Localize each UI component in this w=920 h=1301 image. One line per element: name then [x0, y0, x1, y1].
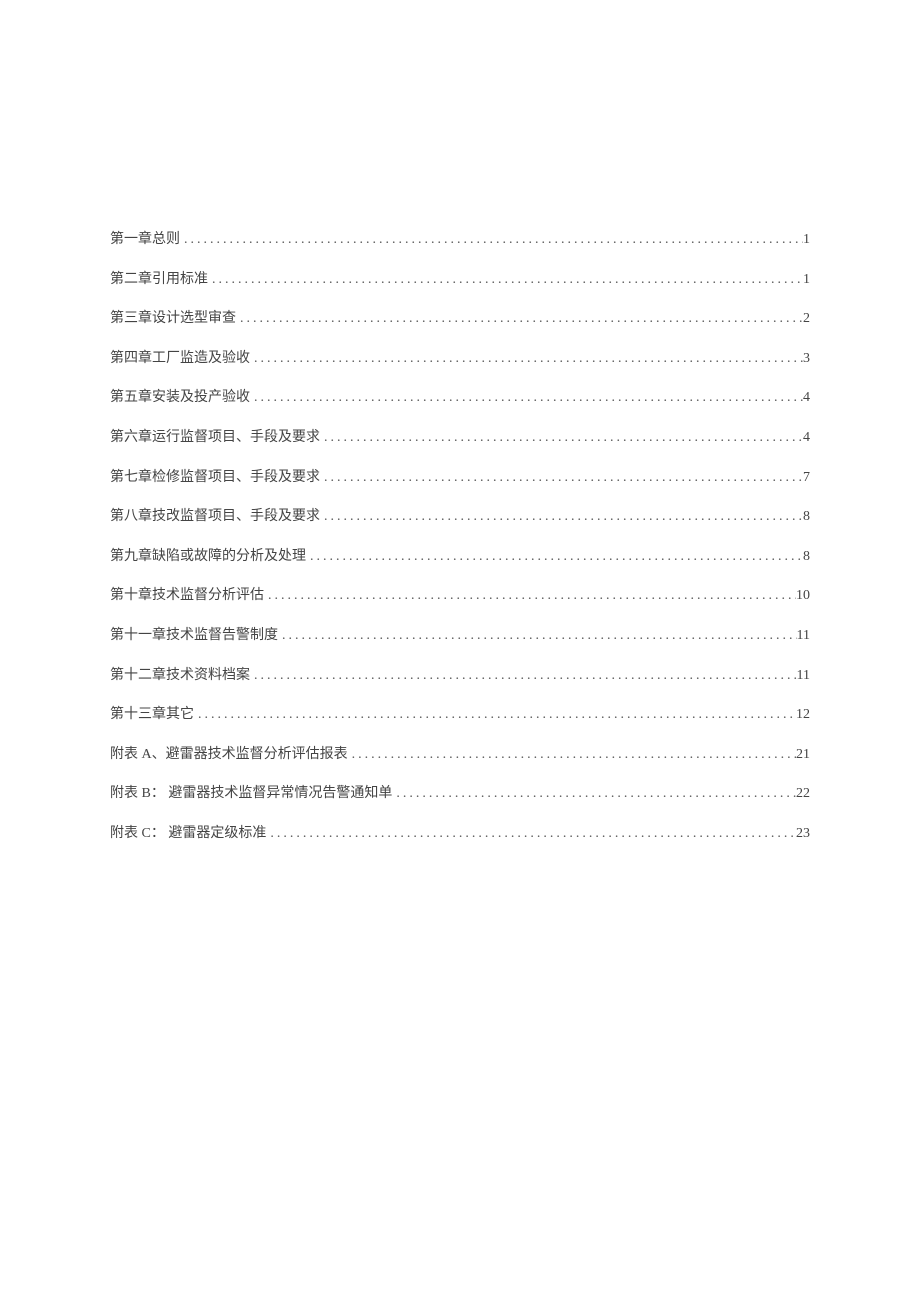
toc-entry: 第四章工厂监造及验收 3 [110, 349, 810, 369]
toc-title: 第三章设计选型审查 [110, 309, 236, 329]
toc-entry: 附表 A、避雷器技术监督分析评估报表 21 [110, 745, 810, 765]
toc-entry: 第十二章技术资料档案 11 [110, 666, 810, 686]
toc-entry: 第十章技术监督分析评估 10 [110, 586, 810, 606]
toc-title: 附表 B： 避雷器技术监督异常情况告警通知单 [110, 784, 392, 804]
toc-entry: 第一章总则 1 [110, 230, 810, 250]
toc-entry: 第二章引用标准 1 [110, 270, 810, 290]
toc-title: 第七章检修监督项目、手段及要求 [110, 468, 320, 488]
toc-leader-dots [320, 468, 803, 488]
toc-leader-dots [236, 309, 803, 329]
toc-page-number: 7 [803, 468, 810, 488]
toc-entry: 第三章设计选型审查 2 [110, 309, 810, 329]
toc-title: 第九章缺陷或故障的分析及处理 [110, 547, 306, 567]
toc-leader-dots [306, 547, 803, 567]
toc-entry: 第八章技改监督项目、手段及要求 8 [110, 507, 810, 527]
toc-leader-dots [348, 745, 796, 765]
toc-leader-dots [264, 586, 796, 606]
toc-page-number: 1 [803, 230, 810, 250]
toc-entry: 第五章安装及投产验收 4 [110, 388, 810, 408]
toc-page-number: 4 [803, 388, 810, 408]
toc-title: 第一章总则 [110, 230, 180, 250]
toc-title: 附表 C： 避雷器定级标准 [110, 824, 266, 844]
toc-leader-dots [320, 428, 803, 448]
toc-leader-dots [266, 824, 796, 844]
toc-leader-dots [250, 349, 803, 369]
toc-title: 第十二章技术资料档案 [110, 666, 250, 686]
toc-leader-dots [180, 230, 803, 250]
toc-page-number: 2 [803, 309, 810, 329]
toc-page-number: 8 [803, 547, 810, 567]
toc-page-number: 1 [803, 270, 810, 290]
toc-entry: 第七章检修监督项目、手段及要求 7 [110, 468, 810, 488]
toc-page-number: 22 [796, 784, 810, 804]
toc-page-number: 12 [796, 705, 810, 725]
toc-title: 附表 A、避雷器技术监督分析评估报表 [110, 745, 348, 765]
toc-title: 第八章技改监督项目、手段及要求 [110, 507, 320, 527]
toc-page-number: 11 [797, 626, 810, 646]
toc-page-number: 21 [796, 745, 810, 765]
toc-page-number: 23 [796, 824, 810, 844]
toc-title: 第十一章技术监督告警制度 [110, 626, 278, 646]
toc-leader-dots [208, 270, 803, 290]
toc-page-number: 4 [803, 428, 810, 448]
toc-page-number: 8 [803, 507, 810, 527]
toc-title: 第五章安装及投产验收 [110, 388, 250, 408]
toc-entry: 附表 B： 避雷器技术监督异常情况告警通知单 22 [110, 784, 810, 804]
toc-leader-dots [250, 388, 803, 408]
toc-entry: 第十三章其它 12 [110, 705, 810, 725]
toc-title: 第二章引用标准 [110, 270, 208, 290]
toc-leader-dots [392, 784, 796, 804]
toc-entry: 第九章缺陷或故障的分析及处理 8 [110, 547, 810, 567]
toc-leader-dots [320, 507, 803, 527]
toc-title: 第四章工厂监造及验收 [110, 349, 250, 369]
toc-title: 第十章技术监督分析评估 [110, 586, 264, 606]
toc-leader-dots [194, 705, 796, 725]
toc-entry: 第六章运行监督项目、手段及要求 4 [110, 428, 810, 448]
toc-title: 第十三章其它 [110, 705, 194, 725]
toc-leader-dots [250, 666, 797, 686]
toc-title: 第六章运行监督项目、手段及要求 [110, 428, 320, 448]
toc-page: 第一章总则 1 第二章引用标准 1 第三章设计选型审查 2 第四章工厂监造及验收… [0, 0, 920, 844]
toc-page-number: 3 [803, 349, 810, 369]
toc-page-number: 10 [796, 586, 810, 606]
toc-leader-dots [278, 626, 797, 646]
toc-page-number: 11 [797, 666, 810, 686]
toc-entry: 附表 C： 避雷器定级标准 23 [110, 824, 810, 844]
toc-entry: 第十一章技术监督告警制度 11 [110, 626, 810, 646]
